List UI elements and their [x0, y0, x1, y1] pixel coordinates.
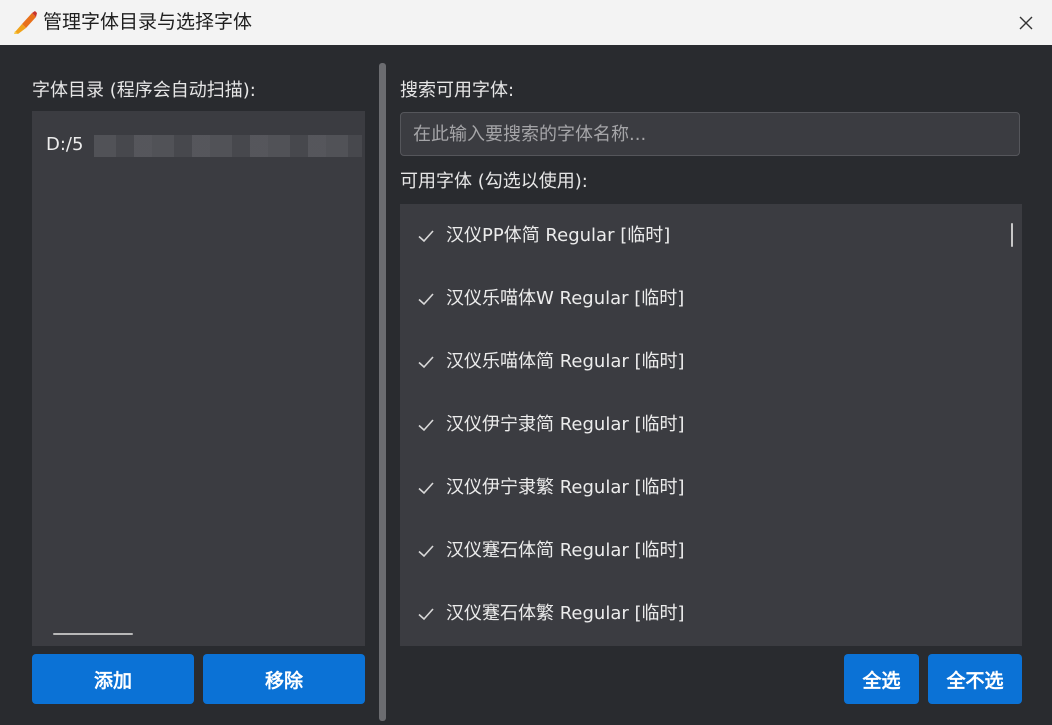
horizontal-scrollbar[interactable] [53, 633, 133, 635]
font-name: 汉仪乐喵体W Regular [临时] [446, 288, 685, 309]
checkmark-icon[interactable] [416, 415, 436, 435]
select-all-button[interactable]: 全选 [844, 654, 919, 704]
checkmark-icon[interactable] [416, 289, 436, 309]
checkmark-icon[interactable] [416, 604, 436, 624]
select-none-button[interactable]: 全不选 [928, 654, 1022, 704]
title-bar: 管理字体目录与选择字体 [0, 0, 1052, 45]
font-list-item[interactable]: 汉仪PP体简 Regular [临时] [400, 216, 1000, 256]
vertical-scrollbar[interactable] [1011, 223, 1013, 247]
font-list-item[interactable]: 汉仪伊宁隶简 Regular [临时] [400, 405, 1000, 445]
checkmark-icon[interactable] [416, 541, 436, 561]
window-title: 管理字体目录与选择字体 [43, 11, 253, 33]
font-directory-list[interactable]: D:/5 [32, 111, 365, 646]
panel-splitter[interactable] [379, 63, 386, 721]
checkmark-icon[interactable] [416, 226, 436, 246]
font-list-item[interactable]: 汉仪伊宁隶繁 Regular [临时] [400, 468, 1000, 508]
font-name: 汉仪伊宁隶繁 Regular [临时] [446, 477, 685, 498]
available-fonts-label: 可用字体 (勾选以使用): [400, 171, 588, 192]
search-label: 搜索可用字体: [400, 80, 515, 101]
add-button[interactable]: 添加 [32, 654, 194, 704]
font-list-item[interactable]: 汉仪乐喵体简 Regular [临时] [400, 342, 1000, 382]
checkmark-icon[interactable] [416, 478, 436, 498]
font-manager-window: 管理字体目录与选择字体 字体目录 (程序会自动扫描): D:/5 添加 移除 搜… [0, 0, 1052, 725]
app-icon [14, 11, 37, 34]
close-button[interactable] [1006, 6, 1046, 40]
font-name: 汉仪蹇石体繁 Regular [临时] [446, 603, 685, 624]
search-input[interactable] [400, 112, 1020, 156]
font-name: 汉仪蹇石体简 Regular [临时] [446, 540, 685, 561]
checkmark-icon[interactable] [416, 352, 436, 372]
font-directory-label: 字体目录 (程序会自动扫描): [32, 80, 256, 101]
font-name: 汉仪PP体简 Regular [临时] [446, 225, 671, 246]
font-name: 汉仪伊宁隶简 Regular [临时] [446, 414, 685, 435]
redacted-path [94, 135, 362, 157]
directory-item[interactable]: D:/5 [46, 133, 362, 157]
font-list-item[interactable]: 汉仪蹇石体简 Regular [临时] [400, 531, 1000, 571]
close-icon [1019, 16, 1033, 30]
font-list-item[interactable]: 汉仪蹇石体繁 Regular [临时] [400, 594, 1000, 634]
font-list-item[interactable]: 汉仪乐喵体W Regular [临时] [400, 279, 1000, 319]
directory-path: D:/5 [46, 134, 84, 155]
font-name: 汉仪乐喵体简 Regular [临时] [446, 351, 685, 372]
remove-button[interactable]: 移除 [203, 654, 365, 704]
available-font-list[interactable]: 汉仪PP体简 Regular [临时] 汉仪乐喵体W Regular [临时] … [400, 204, 1022, 646]
